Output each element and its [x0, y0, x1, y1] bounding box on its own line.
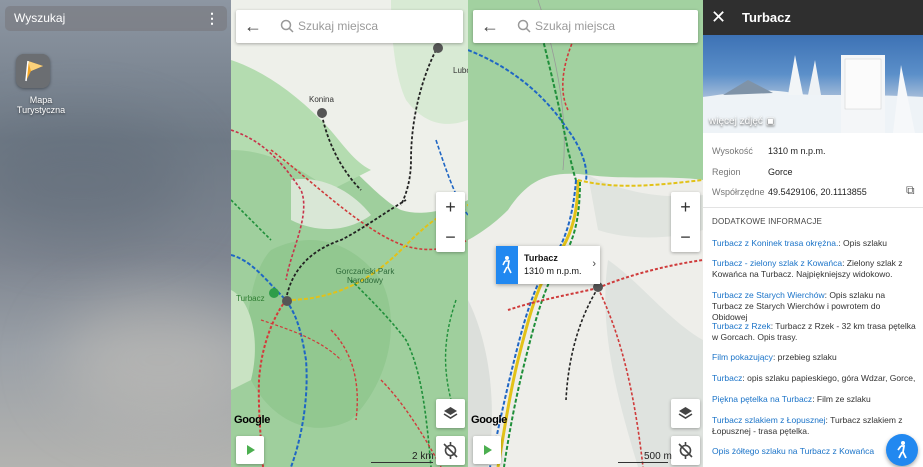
map-view-detail[interactable]: ← Szukaj miejsca + − Google 500 m — [468, 0, 703, 467]
desktop-search-bar[interactable]: Wyszukaj ⋮ — [5, 6, 227, 31]
google-logo: Google — [471, 414, 508, 426]
info-item-text: : Film ze szlaku — [812, 394, 871, 404]
scale-bar — [371, 462, 433, 463]
detail-row-elevation: Wysokość 1310 m n.p.m. — [712, 146, 826, 156]
map-label-park: Gorczański Park Narodowy — [335, 267, 395, 285]
detail-value: 49.5429106, 20.1113855 — [768, 187, 867, 197]
navigate-walk-button[interactable] — [886, 434, 918, 466]
search-input[interactable]: Szukaj miejsca — [298, 19, 378, 33]
info-item: Turbacz z Rzek: Turbacz z Rzek - 32 km t… — [712, 321, 916, 343]
walk-icon — [496, 246, 518, 284]
info-item: Piękna pętelka na Turbacz: Film ze szlak… — [712, 394, 916, 405]
info-item: Turbacz: opis szlaku papieskiego, góra W… — [712, 373, 916, 384]
back-arrow-icon[interactable]: ← — [479, 15, 501, 37]
play-icon — [247, 445, 255, 455]
play-button[interactable] — [473, 436, 501, 464]
popup-name: Turbacz — [524, 253, 558, 263]
gps-off-icon — [678, 442, 693, 459]
detail-key: Region — [712, 167, 741, 177]
detail-value: Gorce — [768, 167, 793, 177]
info-item-text: : opis szlaku papieskiego, góra Wdzar, G… — [742, 373, 916, 383]
info-item-link[interactable]: Turbacz - zielony szlak z Kowańca — [712, 258, 842, 268]
info-item-text: : przebieg szlaku — [772, 352, 837, 362]
info-item-link[interactable]: Film pokazujący — [712, 352, 773, 362]
close-icon[interactable]: ✕ — [711, 7, 726, 27]
layers-button[interactable] — [436, 399, 465, 428]
gps-off-icon — [443, 442, 458, 459]
copy-icon[interactable]: ⧉ — [906, 183, 915, 198]
detail-key: Współrzędne — [712, 187, 765, 197]
zoom-in-button[interactable]: + — [671, 192, 700, 222]
info-item-link[interactable]: Turbacz szlakiem z Łopusznej — [712, 415, 826, 425]
detail-value: 1310 m n.p.m. — [768, 146, 826, 156]
scale-label: 500 m — [644, 451, 672, 462]
place-info-panel: ✕ Turbacz więcej zdjęć ▣ Wysokość 1310 m … — [703, 0, 923, 467]
app-icon-label: Mapa Turystyczna — [16, 95, 66, 115]
info-item: Film pokazujący: przebieg szlaku — [712, 352, 916, 363]
info-item-link[interactable]: Piękna pętelka na Turbacz — [712, 394, 812, 404]
map-label-konina: Konina — [309, 95, 334, 104]
info-item-link[interactable]: Turbacz — [712, 373, 742, 383]
info-item-link[interactable]: Turbacz ze Starych Wierchów — [712, 290, 825, 300]
info-item-link[interactable]: Turbacz z Rzek — [712, 321, 771, 331]
desktop-search-label: Wyszukaj — [14, 11, 66, 25]
zoom-controls: + − — [436, 192, 465, 252]
info-item-link[interactable]: Opis żółtego szlaku na Turbacz z Kowańca — [712, 446, 874, 456]
scale-bar — [618, 462, 668, 463]
popup-elevation: 1310 m n.p.m. — [524, 266, 582, 276]
place-popup[interactable]: Turbacz 1310 m n.p.m. › — [496, 246, 600, 284]
info-item: Turbacz - zielony szlak z Kowańca: Zielo… — [712, 258, 916, 280]
detail-key: Wysokość — [712, 146, 753, 156]
more-photos-label[interactable]: więcej zdjęć — [709, 116, 763, 127]
info-item: Turbacz z Koninek trasa okrężna.: Opis s… — [712, 238, 916, 249]
scale-label: 2 km — [412, 451, 434, 462]
map-search-bar[interactable]: ← Szukaj miejsca — [236, 10, 463, 43]
layers-icon — [678, 407, 693, 419]
info-item: Turbacz ze Starych Wierchów: Opis szlaku… — [712, 290, 916, 323]
zoom-out-button[interactable]: − — [436, 222, 465, 252]
place-title: Turbacz — [742, 10, 791, 25]
map-label-lubo: Lubo — [453, 66, 468, 75]
info-item-text: : Opis szlaku — [838, 238, 887, 248]
play-icon — [484, 445, 492, 455]
detail-row-region: Region Gorce — [712, 167, 793, 177]
search-icon — [280, 19, 294, 33]
divider — [703, 207, 923, 208]
section-title: DODATKOWE INFORMACJE — [712, 217, 823, 226]
chevron-right-icon: › — [592, 258, 596, 270]
zoom-controls: + − — [671, 192, 700, 252]
layers-icon — [443, 407, 458, 419]
map-label-turbacz: Turbacz — [236, 294, 265, 303]
play-button[interactable] — [236, 436, 264, 464]
compass-button[interactable] — [436, 436, 465, 465]
app-icon-mapa-turystyczna[interactable] — [16, 54, 50, 88]
more-photos-link[interactable]: więcej zdjęć ▣ — [709, 116, 775, 127]
zoom-in-button[interactable]: + — [436, 192, 465, 222]
detail-row-coordinates: Współrzędne 49.5429106, 20.1113855 — [712, 187, 867, 197]
zoom-out-button[interactable]: − — [671, 222, 700, 252]
info-item-link[interactable]: Turbacz z Koninek trasa okrężna. — [712, 238, 838, 248]
back-arrow-icon[interactable]: ← — [242, 15, 264, 37]
map-view-overview[interactable]: Konina Lubo Gorczański Park Narodowy Tur… — [231, 0, 468, 467]
info-item: Opis żółtego szlaku na Turbacz z Kowańca — [712, 446, 884, 457]
google-logo: Google — [234, 414, 271, 426]
walk-icon — [897, 441, 907, 459]
more-vert-icon[interactable]: ⋮ — [205, 6, 219, 31]
search-icon — [517, 19, 531, 33]
map-search-bar[interactable]: ← Szukaj miejsca — [473, 10, 698, 43]
info-header: ✕ Turbacz — [703, 0, 923, 35]
compass-button[interactable] — [671, 436, 700, 465]
layers-button[interactable] — [671, 399, 700, 428]
search-input[interactable]: Szukaj miejsca — [535, 19, 615, 33]
photo-library-icon: ▣ — [765, 116, 776, 127]
